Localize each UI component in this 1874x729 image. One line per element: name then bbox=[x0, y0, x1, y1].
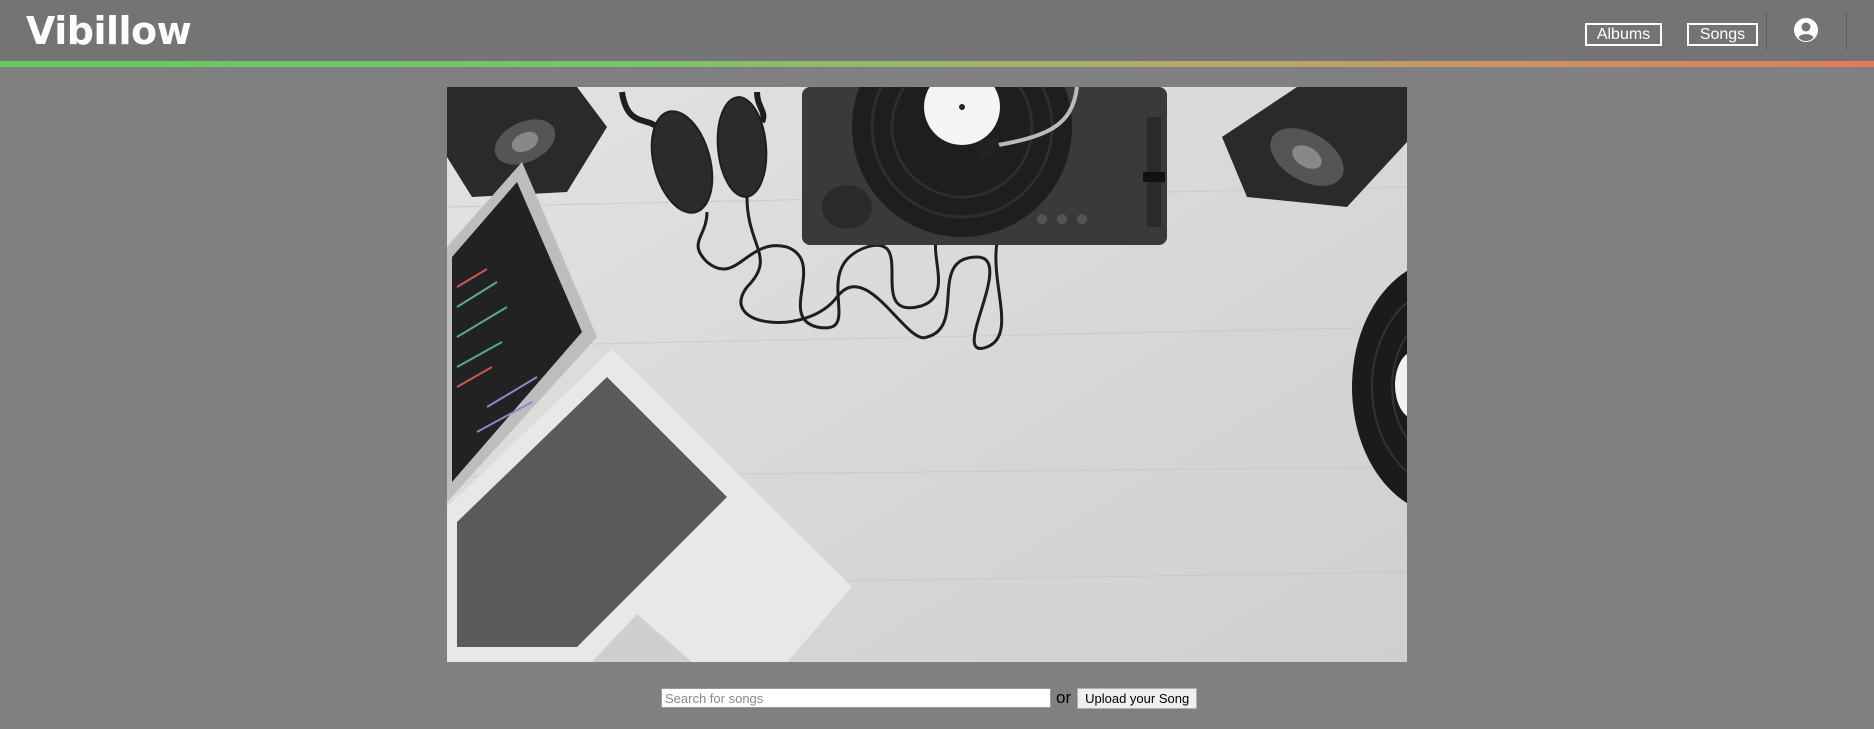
upload-song-button[interactable]: Upload your Song bbox=[1077, 687, 1198, 709]
user-circle-icon[interactable] bbox=[1793, 17, 1819, 43]
or-separator: or bbox=[1056, 688, 1072, 707]
turntable-icon bbox=[802, 87, 1167, 245]
top-navbar: Vibillow Albums Songs bbox=[0, 0, 1874, 62]
brand-logo[interactable]: Vibillow bbox=[26, 7, 192, 55]
nav-songs-link[interactable]: Songs bbox=[1687, 23, 1758, 46]
nav-albums-link[interactable]: Albums bbox=[1585, 23, 1662, 46]
accent-gradient-bar bbox=[0, 61, 1874, 67]
hero-image bbox=[447, 87, 1407, 662]
nav-divider bbox=[1766, 12, 1767, 50]
nav-divider bbox=[1846, 12, 1847, 50]
search-upload-row: or Upload your Song bbox=[661, 687, 1198, 709]
search-input[interactable] bbox=[661, 688, 1051, 708]
